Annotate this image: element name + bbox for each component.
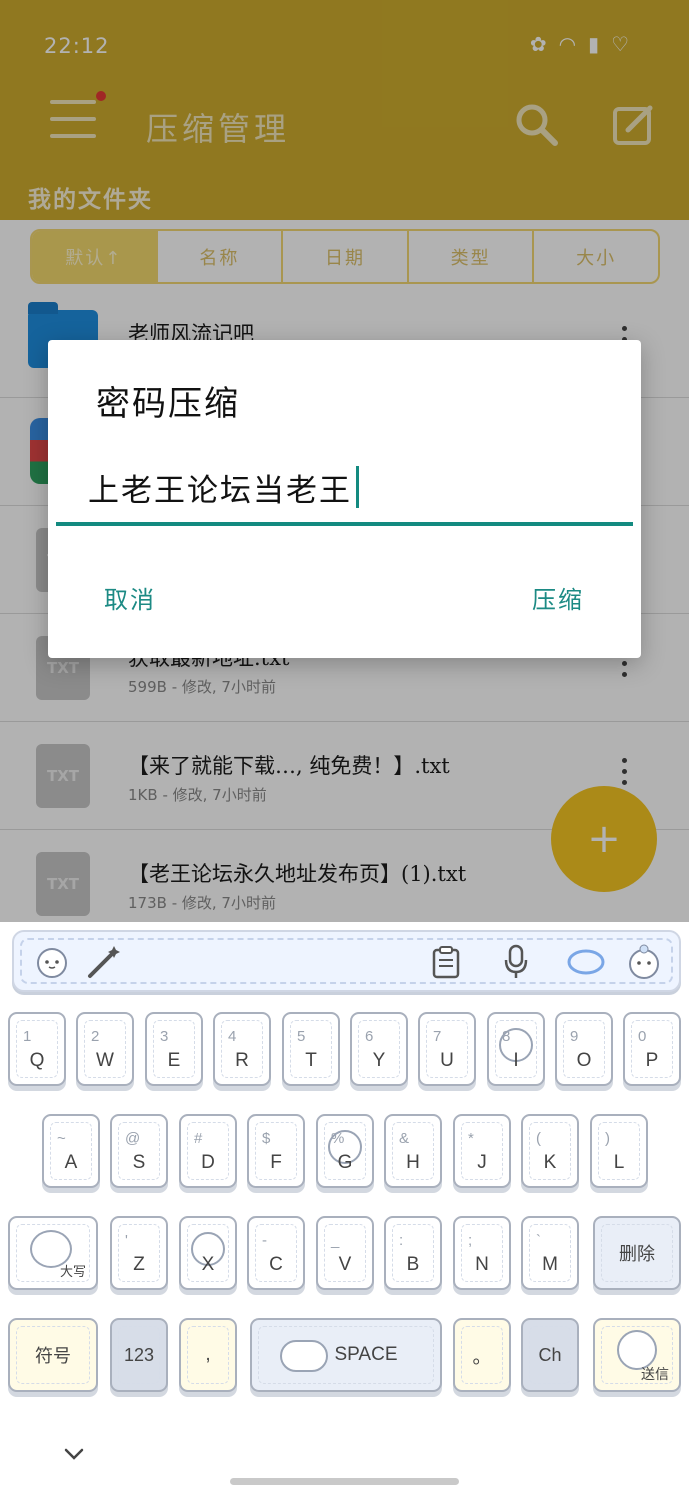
collapse-keyboard-button[interactable] — [62, 1442, 86, 1466]
symbols-key[interactable]: 符号 — [8, 1318, 98, 1392]
key-q[interactable]: 1Q — [8, 1012, 66, 1086]
key-o[interactable]: 9O — [555, 1012, 613, 1086]
cancel-button[interactable]: 取消 — [104, 580, 156, 615]
send-key[interactable]: 送信 — [593, 1318, 681, 1392]
key-g[interactable]: % G — [316, 1114, 374, 1188]
compress-button[interactable]: 压缩 — [532, 580, 584, 615]
cloud-icon[interactable] — [566, 942, 606, 982]
key-l[interactable]: ) L — [590, 1114, 648, 1188]
key-d[interactable]: # D — [179, 1114, 237, 1188]
key-a[interactable]: ~ A — [42, 1114, 100, 1188]
text-caret — [356, 466, 359, 508]
pencil-icon[interactable] — [84, 942, 124, 982]
key-w[interactable]: 2W — [76, 1012, 134, 1086]
space-key[interactable]: SPACE — [250, 1318, 442, 1392]
mascot-icon[interactable] — [32, 942, 72, 982]
dialog-title: 密码压缩 — [96, 384, 240, 424]
key-n[interactable]: ; N — [453, 1216, 511, 1290]
clipboard-icon[interactable] — [426, 942, 466, 982]
key-m[interactable]: ` M — [521, 1216, 579, 1290]
key-x[interactable]: X — [179, 1216, 237, 1290]
key-z[interactable]: ' Z — [110, 1216, 168, 1290]
mascot-avatar-icon[interactable] — [624, 942, 664, 982]
password-input[interactable]: 上老王论坛当老王 — [56, 452, 633, 526]
key-c[interactable]: -C — [247, 1216, 305, 1290]
key-j[interactable]: * J — [453, 1114, 511, 1188]
password-compress-dialog: 密码压缩 上老王论坛当老王 取消 压缩 — [48, 340, 641, 658]
key-k[interactable]: (K — [521, 1114, 579, 1188]
key-v[interactable]: _ V — [316, 1216, 374, 1290]
key-h[interactable]: & H — [384, 1114, 442, 1188]
key-s[interactable]: @ S — [110, 1114, 168, 1188]
chevron-down-icon — [64, 1448, 84, 1460]
microphone-icon[interactable] — [496, 942, 536, 982]
app-screen: 22:12 ✿ ◠ ▮ ♡ 压缩管理 我的文件夹 默认↑ 名称 日期 类型 大小… — [0, 0, 689, 938]
key-b[interactable]: :B — [384, 1216, 442, 1290]
key-t[interactable]: 5T — [282, 1012, 340, 1086]
key-i[interactable]: 8I — [487, 1012, 545, 1086]
language-key[interactable]: Ch — [521, 1318, 579, 1392]
key-r[interactable]: 4R — [213, 1012, 271, 1086]
key-y[interactable]: 6Y — [350, 1012, 408, 1086]
key-e[interactable]: 3E — [145, 1012, 203, 1086]
numeric-key[interactable]: 123 — [110, 1318, 168, 1392]
mascot-icon — [280, 1340, 328, 1372]
soft-keyboard: 1Q 2W 3E 4R 5T 6Y 7U 8I 9O 0P ~ A @ S # D $… — [0, 922, 689, 1500]
comma-key[interactable]: , — [179, 1318, 237, 1392]
password-input-value: 上老王论坛当老王 — [88, 472, 352, 509]
period-key[interactable]: 。 — [453, 1318, 511, 1392]
key-f[interactable]: $ F — [247, 1114, 305, 1188]
delete-key[interactable]: 删除 — [593, 1216, 681, 1290]
home-indicator[interactable] — [230, 1478, 459, 1485]
shift-key[interactable]: 大写 — [8, 1216, 98, 1290]
key-p[interactable]: 0P — [623, 1012, 681, 1086]
keyboard-toolbar — [12, 930, 681, 992]
key-u[interactable]: 7U — [418, 1012, 476, 1086]
